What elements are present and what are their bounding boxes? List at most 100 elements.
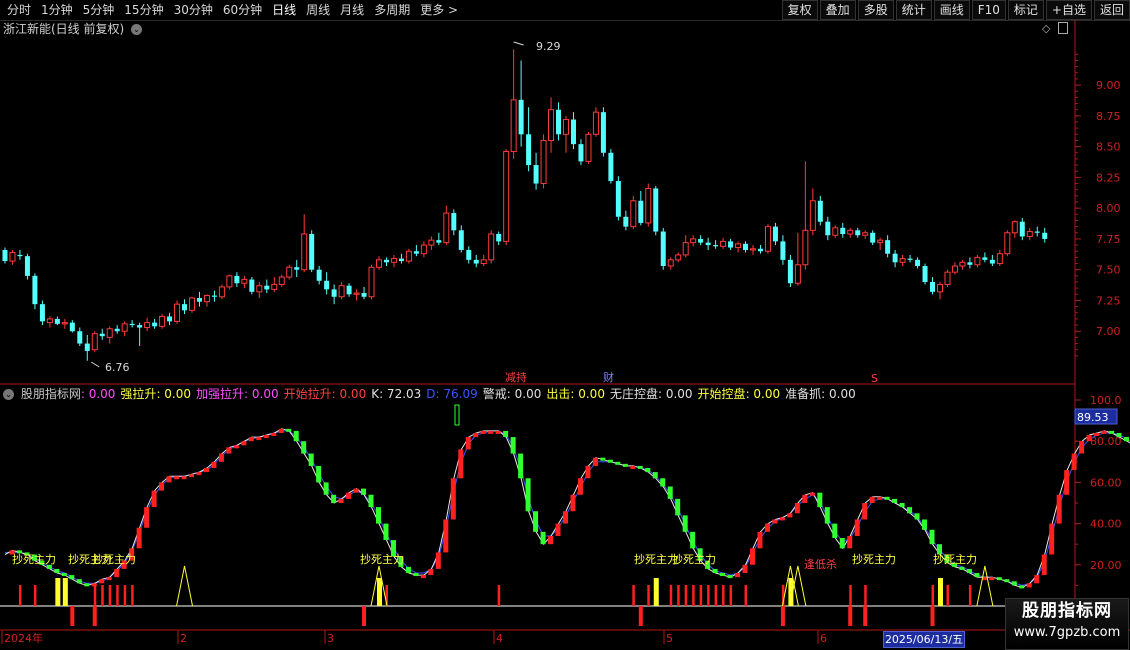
signal-bar: [946, 585, 949, 606]
k-segment: [1086, 435, 1092, 442]
candle-body: [518, 99, 524, 135]
candle-body: [211, 295, 217, 297]
watermark-name: 股朋指标网: [1022, 601, 1112, 621]
indicator-item-value: : 0.00: [821, 387, 856, 401]
signal-bar: [101, 585, 104, 606]
signal-bar-yellow: [377, 578, 382, 606]
reduce-holding-marker[interactable]: 减持: [505, 370, 527, 384]
k-segment: [735, 573, 741, 578]
k-segment: [563, 511, 568, 524]
candle-body: [944, 271, 951, 285]
k-segment: [465, 437, 471, 450]
candle-body: [743, 243, 749, 250]
signal-bar-down: [638, 606, 643, 626]
candle-body: [570, 119, 576, 145]
sell-marker[interactable]: S: [871, 372, 878, 385]
k-segment: [652, 472, 658, 479]
candle-body: [174, 303, 181, 322]
signal-bar: [123, 585, 127, 606]
signal-bar: [108, 585, 112, 606]
k-segment: [525, 478, 531, 512]
candle-body: [1019, 221, 1025, 237]
chevron-down-icon[interactable]: ⌄: [131, 24, 143, 35]
k-segment: [1101, 430, 1107, 434]
k-segment: [151, 490, 157, 508]
k-segment: [278, 428, 284, 433]
k-segment: [892, 498, 898, 503]
k-segment: [690, 531, 696, 549]
k-segment: [966, 568, 972, 574]
k-segment: [832, 523, 838, 539]
kline-chart[interactable]: 9.00 8.75 8.50 8.25 8.00 7.75 7.50 7.25 7.00 100…: [0, 0, 1130, 650]
indicator-item-label: K: [371, 387, 380, 401]
k-segment: [405, 566, 411, 574]
candle-body: [638, 200, 644, 223]
chevron-down-icon[interactable]: ⌄: [3, 389, 14, 400]
indicator-item-label: 强拉升: [120, 387, 157, 401]
diamond-icon[interactable]: ◇: [1042, 22, 1050, 35]
signal-bar: [33, 585, 37, 606]
candle-body: [9, 251, 16, 262]
k-segment: [996, 577, 1002, 581]
signal-label: 抄死主力: [360, 552, 404, 566]
signal-bar: [729, 585, 733, 606]
k-segment: [1041, 554, 1047, 576]
candle-body: [885, 240, 891, 254]
candle-body: [338, 285, 345, 298]
candle-body: [458, 230, 464, 250]
candle-body: [69, 322, 75, 332]
candle-body: [915, 259, 921, 266]
candle-body: [61, 322, 68, 325]
k-segment: [159, 482, 165, 491]
time-label: 3: [327, 632, 334, 645]
signal-bar: [116, 585, 119, 606]
candle-body: [54, 318, 60, 324]
k-segment: [929, 529, 935, 545]
candle-body: [615, 181, 621, 217]
k-segment: [787, 513, 793, 518]
candle-body: [189, 297, 195, 311]
k-segment: [555, 523, 561, 536]
k-segment: [577, 478, 583, 495]
k-segment: [974, 573, 980, 578]
indicator-item-value: : 0.00: [331, 387, 367, 401]
candle-body: [144, 322, 151, 329]
candle-body: [951, 265, 958, 273]
price-tick-label: 9.00: [1096, 79, 1121, 92]
k-segment: [727, 575, 733, 579]
candle-body: [907, 258, 913, 260]
candle-body: [182, 304, 188, 311]
candle-body: [855, 230, 861, 236]
k-segment: [592, 457, 598, 466]
candle-body: [256, 285, 263, 293]
candle-body: [361, 293, 367, 297]
k-segment: [772, 519, 778, 524]
k-segment: [495, 430, 501, 434]
k-segment: [764, 523, 770, 532]
k-segment: [899, 503, 905, 508]
candle-body: [301, 233, 308, 271]
k-segment: [600, 457, 606, 461]
finance-marker[interactable]: 财: [603, 370, 614, 384]
indicator-series: [4, 404, 1130, 626]
candle-body: [578, 144, 584, 162]
window-icon[interactable]: [1058, 22, 1068, 34]
k-segment: [241, 441, 247, 446]
cursor-date: 2025/06/13/五: [883, 631, 965, 648]
signal-bar: [497, 585, 501, 606]
candle-body: [436, 240, 442, 243]
k-segment: [61, 573, 67, 577]
candle-body: [331, 289, 337, 297]
candle-body: [1011, 221, 1018, 234]
k-segment: [630, 465, 636, 469]
indicator-item-label: 准备抓: [785, 387, 822, 401]
candle-body: [503, 151, 510, 242]
k-segment: [533, 511, 539, 532]
k-segment: [847, 535, 853, 549]
signal-bar: [699, 585, 703, 606]
candle-body: [249, 279, 255, 292]
k-segment: [1019, 585, 1025, 589]
k-segment: [682, 515, 688, 532]
candle-body: [757, 248, 763, 252]
k-segment: [862, 503, 868, 520]
